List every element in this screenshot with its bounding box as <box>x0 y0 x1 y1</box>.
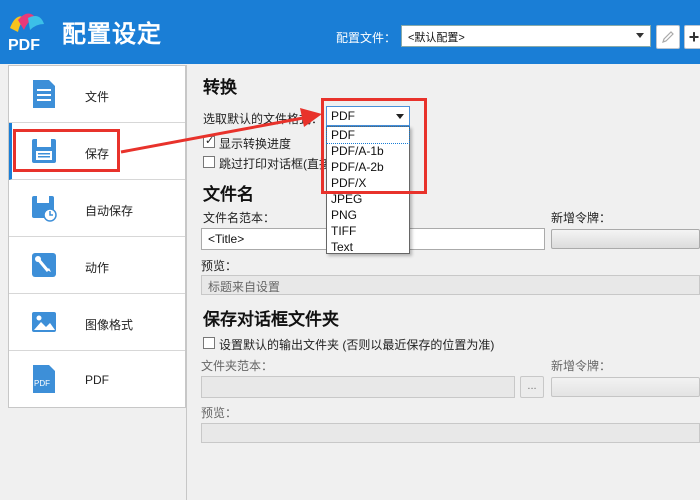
sidebar-item-image-formats[interactable]: 图像格式 <box>9 294 185 351</box>
title-bar: PDF 配置设定 配置文件： <默认配置> + <box>0 0 700 64</box>
document-icon <box>33 80 55 108</box>
show-progress-label: 显示转换进度 <box>219 137 292 151</box>
format-option-png[interactable]: PNG <box>327 207 409 223</box>
format-option-text[interactable]: Text <box>327 239 409 255</box>
pdf-icon: PDF <box>33 365 55 393</box>
sidebar-item-label: 文件 <box>85 90 110 104</box>
save-highlight-box <box>13 129 120 172</box>
app-logo-icon: PDF <box>8 13 44 54</box>
default-folder-label: 设置默认的输出文件夹 (否则以最近保存的位置为准) <box>219 338 495 352</box>
folder-preview-field <box>201 423 700 443</box>
save-dialog-section-title: 保存对话框文件夹 <box>203 310 339 329</box>
sidebar-item-label: 图像格式 <box>85 318 134 332</box>
autosave-icon <box>32 196 57 222</box>
format-highlight-box <box>321 98 427 194</box>
filename-token-select[interactable] <box>551 229 700 249</box>
logo-text: PDF <box>8 37 40 54</box>
folder-token-label: 新增令牌： <box>551 359 612 373</box>
filename-token-label: 新增令牌： <box>551 211 612 225</box>
folder-template-label: 文件夹范本： <box>201 359 274 373</box>
folder-preview-label: 预览： <box>201 406 238 420</box>
sidebar-item-label: 动作 <box>85 261 110 275</box>
filename-section-title: 文件名 <box>203 185 254 204</box>
settings-sidebar: 文件 保存 自动保存 动作 图像格式 PDF PDF <box>8 65 186 408</box>
sidebar-item-actions[interactable]: 动作 <box>9 237 185 294</box>
sidebar-item-label: 自动保存 <box>85 204 134 218</box>
skip-print-label: 跳过打印对话框(直接 <box>219 157 331 171</box>
format-label: 选取默认的文件格式： <box>203 112 324 126</box>
add-icon: + <box>688 26 700 47</box>
profile-select[interactable]: <默认配置> <box>401 25 651 47</box>
profile-select-value: <默认配置> <box>408 32 465 44</box>
convert-section-title: 转换 <box>203 78 237 97</box>
pencil-icon <box>662 31 674 43</box>
add-profile-button[interactable]: + <box>684 25 700 49</box>
pdf-icon-text: PDF <box>34 379 50 388</box>
filename-preview-field: 标题来自设置 <box>201 275 700 295</box>
default-folder-checkbox[interactable] <box>203 337 215 349</box>
sidebar-item-file[interactable]: 文件 <box>9 66 185 123</box>
format-option-tiff[interactable]: TIFF <box>327 223 409 239</box>
filename-template-label: 文件名范本： <box>203 211 276 225</box>
skip-print-checkbox[interactable] <box>203 156 215 168</box>
wrench-icon <box>32 253 56 277</box>
image-icon <box>32 312 56 332</box>
sidebar-item-autosave[interactable]: 自动保存 <box>9 180 185 237</box>
filename-preview-label: 预览： <box>201 259 238 273</box>
folder-template-input[interactable] <box>201 376 515 398</box>
folder-token-select[interactable] <box>551 377 700 397</box>
show-progress-checkbox[interactable] <box>203 134 215 148</box>
app-title: 配置设定 <box>62 21 162 48</box>
edit-profile-button[interactable] <box>656 25 680 49</box>
browse-folder-button[interactable]: ... <box>520 376 544 398</box>
profile-label: 配置文件： <box>336 31 397 45</box>
sidebar-item-label: PDF <box>85 373 109 387</box>
chevron-down-icon <box>636 33 644 38</box>
sidebar-item-pdf[interactable]: PDF PDF <box>9 351 185 408</box>
